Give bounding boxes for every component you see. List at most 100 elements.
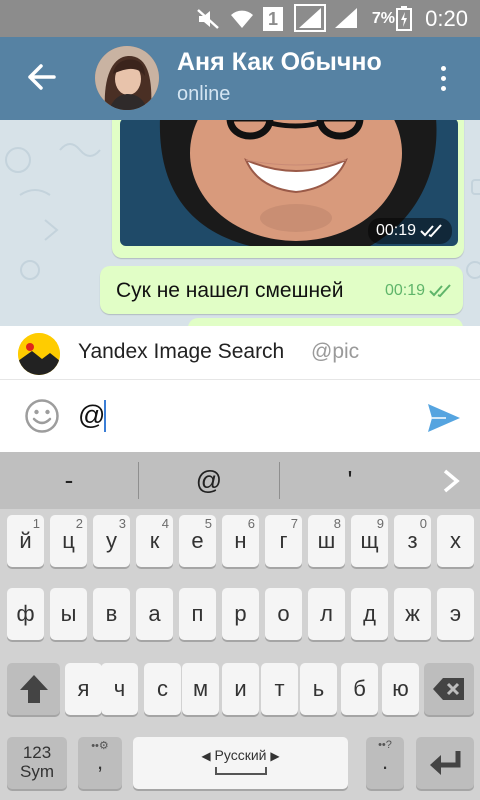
- enter-icon: [430, 751, 461, 775]
- bot-name: Yandex Image Search: [78, 340, 285, 363]
- chat-status: online: [177, 83, 231, 105]
- mute-icon: [197, 9, 219, 29]
- key-label: ф: [16, 601, 35, 626]
- chat-title[interactable]: Аня Как Обычно: [177, 48, 382, 77]
- key-з[interactable]: 0з: [394, 515, 431, 567]
- key-label: .: [381, 749, 389, 774]
- key-ж[interactable]: ж: [394, 588, 431, 640]
- bot-handle: @pic: [311, 340, 360, 363]
- key-к[interactable]: 4к: [136, 515, 173, 567]
- key-label: з: [407, 528, 418, 553]
- key-в[interactable]: в: [93, 588, 130, 640]
- photo-message[interactable]: 00:19: [112, 120, 464, 258]
- signal-icon: [294, 4, 326, 32]
- key-ц[interactable]: 2ц: [50, 515, 87, 567]
- key-ч[interactable]: ч: [101, 663, 138, 715]
- key-ш[interactable]: 8ш: [308, 515, 345, 567]
- key-б[interactable]: б: [341, 663, 378, 715]
- clock: 0:20: [425, 5, 468, 31]
- key-я[interactable]: я: [65, 663, 102, 715]
- keyboard-suggestion[interactable]: @: [139, 452, 279, 509]
- keyboard-suggestion-bar: - @ ': [0, 452, 480, 509]
- sym-key[interactable]: 123 Sym: [7, 737, 67, 789]
- key-label: х: [450, 528, 461, 553]
- partial-message: [188, 318, 463, 326]
- key-о[interactable]: о: [265, 588, 302, 640]
- key-и[interactable]: и: [222, 663, 259, 715]
- key-у[interactable]: 3у: [93, 515, 130, 567]
- composer: @: [0, 380, 480, 452]
- shift-key[interactable]: [7, 663, 60, 715]
- key-label: щ: [360, 528, 379, 553]
- key-п[interactable]: п: [179, 588, 216, 640]
- bot-avatar: [18, 333, 60, 375]
- space-language: ◀ Русский ▶: [133, 747, 348, 763]
- soft-keyboard: - @ ' 1й 2ц 3у 4к 5е 6н 7г 8ш 9щ 0з х ф …: [0, 452, 480, 800]
- key-label: о: [277, 601, 290, 626]
- key-label: е: [191, 528, 204, 553]
- key-label: р: [234, 601, 247, 626]
- battery-icon: [396, 6, 412, 31]
- key-л[interactable]: л: [308, 588, 345, 640]
- message-list[interactable]: 00:19 Сук не нашел смешней 00:19: [0, 120, 480, 326]
- message-input[interactable]: @: [78, 400, 105, 431]
- key-label: и: [234, 676, 247, 701]
- key-м[interactable]: м: [182, 663, 219, 715]
- period-key[interactable]: ••? .: [366, 737, 404, 789]
- key-label: л: [320, 601, 333, 626]
- key-ф[interactable]: ф: [7, 588, 44, 640]
- smile-icon[interactable]: [24, 398, 60, 434]
- key-й[interactable]: 1й: [7, 515, 44, 567]
- space-bar-icon: [215, 767, 267, 775]
- keyboard-suggestion[interactable]: -: [0, 452, 138, 509]
- space-key[interactable]: ◀ Русский ▶: [133, 737, 348, 789]
- key-р[interactable]: р: [222, 588, 259, 640]
- key-label: п: [191, 601, 204, 626]
- key-ы[interactable]: ы: [50, 588, 87, 640]
- key-label: с: [157, 676, 168, 701]
- key-е[interactable]: 5е: [179, 515, 216, 567]
- key-с[interactable]: с: [144, 663, 181, 715]
- key-label: ш: [317, 528, 336, 553]
- text-message[interactable]: Сук не нашел смешней 00:19: [100, 266, 463, 314]
- key-label: в: [105, 601, 118, 626]
- signal-2-icon: [335, 8, 357, 28]
- chevron-right-icon[interactable]: [440, 468, 462, 494]
- key-х[interactable]: х: [437, 515, 474, 567]
- key-щ[interactable]: 9щ: [351, 515, 388, 567]
- sim-badge: 1: [263, 7, 283, 31]
- key-label: м: [192, 676, 209, 701]
- backspace-icon: [433, 678, 464, 700]
- lang-prev-icon: ◀: [201, 749, 211, 763]
- comma-key[interactable]: ••⚙ ,: [78, 737, 122, 789]
- arrow-left-icon[interactable]: [22, 57, 62, 97]
- key-т[interactable]: т: [261, 663, 298, 715]
- key-ю[interactable]: ю: [382, 663, 419, 715]
- avatar[interactable]: [95, 46, 159, 110]
- keyboard-suggestion[interactable]: ': [280, 452, 420, 509]
- enter-key[interactable]: [416, 737, 474, 789]
- backspace-key[interactable]: [424, 663, 474, 715]
- key-label: ц: [62, 528, 75, 553]
- key-а[interactable]: а: [136, 588, 173, 640]
- battery-percent: 7%: [371, 9, 395, 27]
- key-э[interactable]: э: [437, 588, 474, 640]
- photo-time-text: 00:19: [375, 222, 416, 239]
- double-check-icon: [429, 284, 451, 298]
- key-label: б: [353, 676, 366, 701]
- more-vertical-icon[interactable]: [430, 63, 456, 95]
- key-label: г: [279, 528, 288, 553]
- key-ь[interactable]: ь: [300, 663, 337, 715]
- key-label: ж: [405, 601, 420, 626]
- key-д[interactable]: д: [351, 588, 388, 640]
- text-caret: [104, 400, 106, 432]
- send-icon[interactable]: [426, 400, 462, 436]
- message-time: 00:19: [384, 282, 425, 299]
- key-н[interactable]: 6н: [222, 515, 259, 567]
- key-г[interactable]: 7г: [265, 515, 302, 567]
- key-label: у: [106, 528, 117, 553]
- key-label: к: [149, 528, 160, 553]
- mention-suggestion[interactable]: Yandex Image Search @pic: [0, 326, 480, 380]
- key-label: ы: [60, 601, 77, 626]
- key-label: т: [274, 676, 285, 701]
